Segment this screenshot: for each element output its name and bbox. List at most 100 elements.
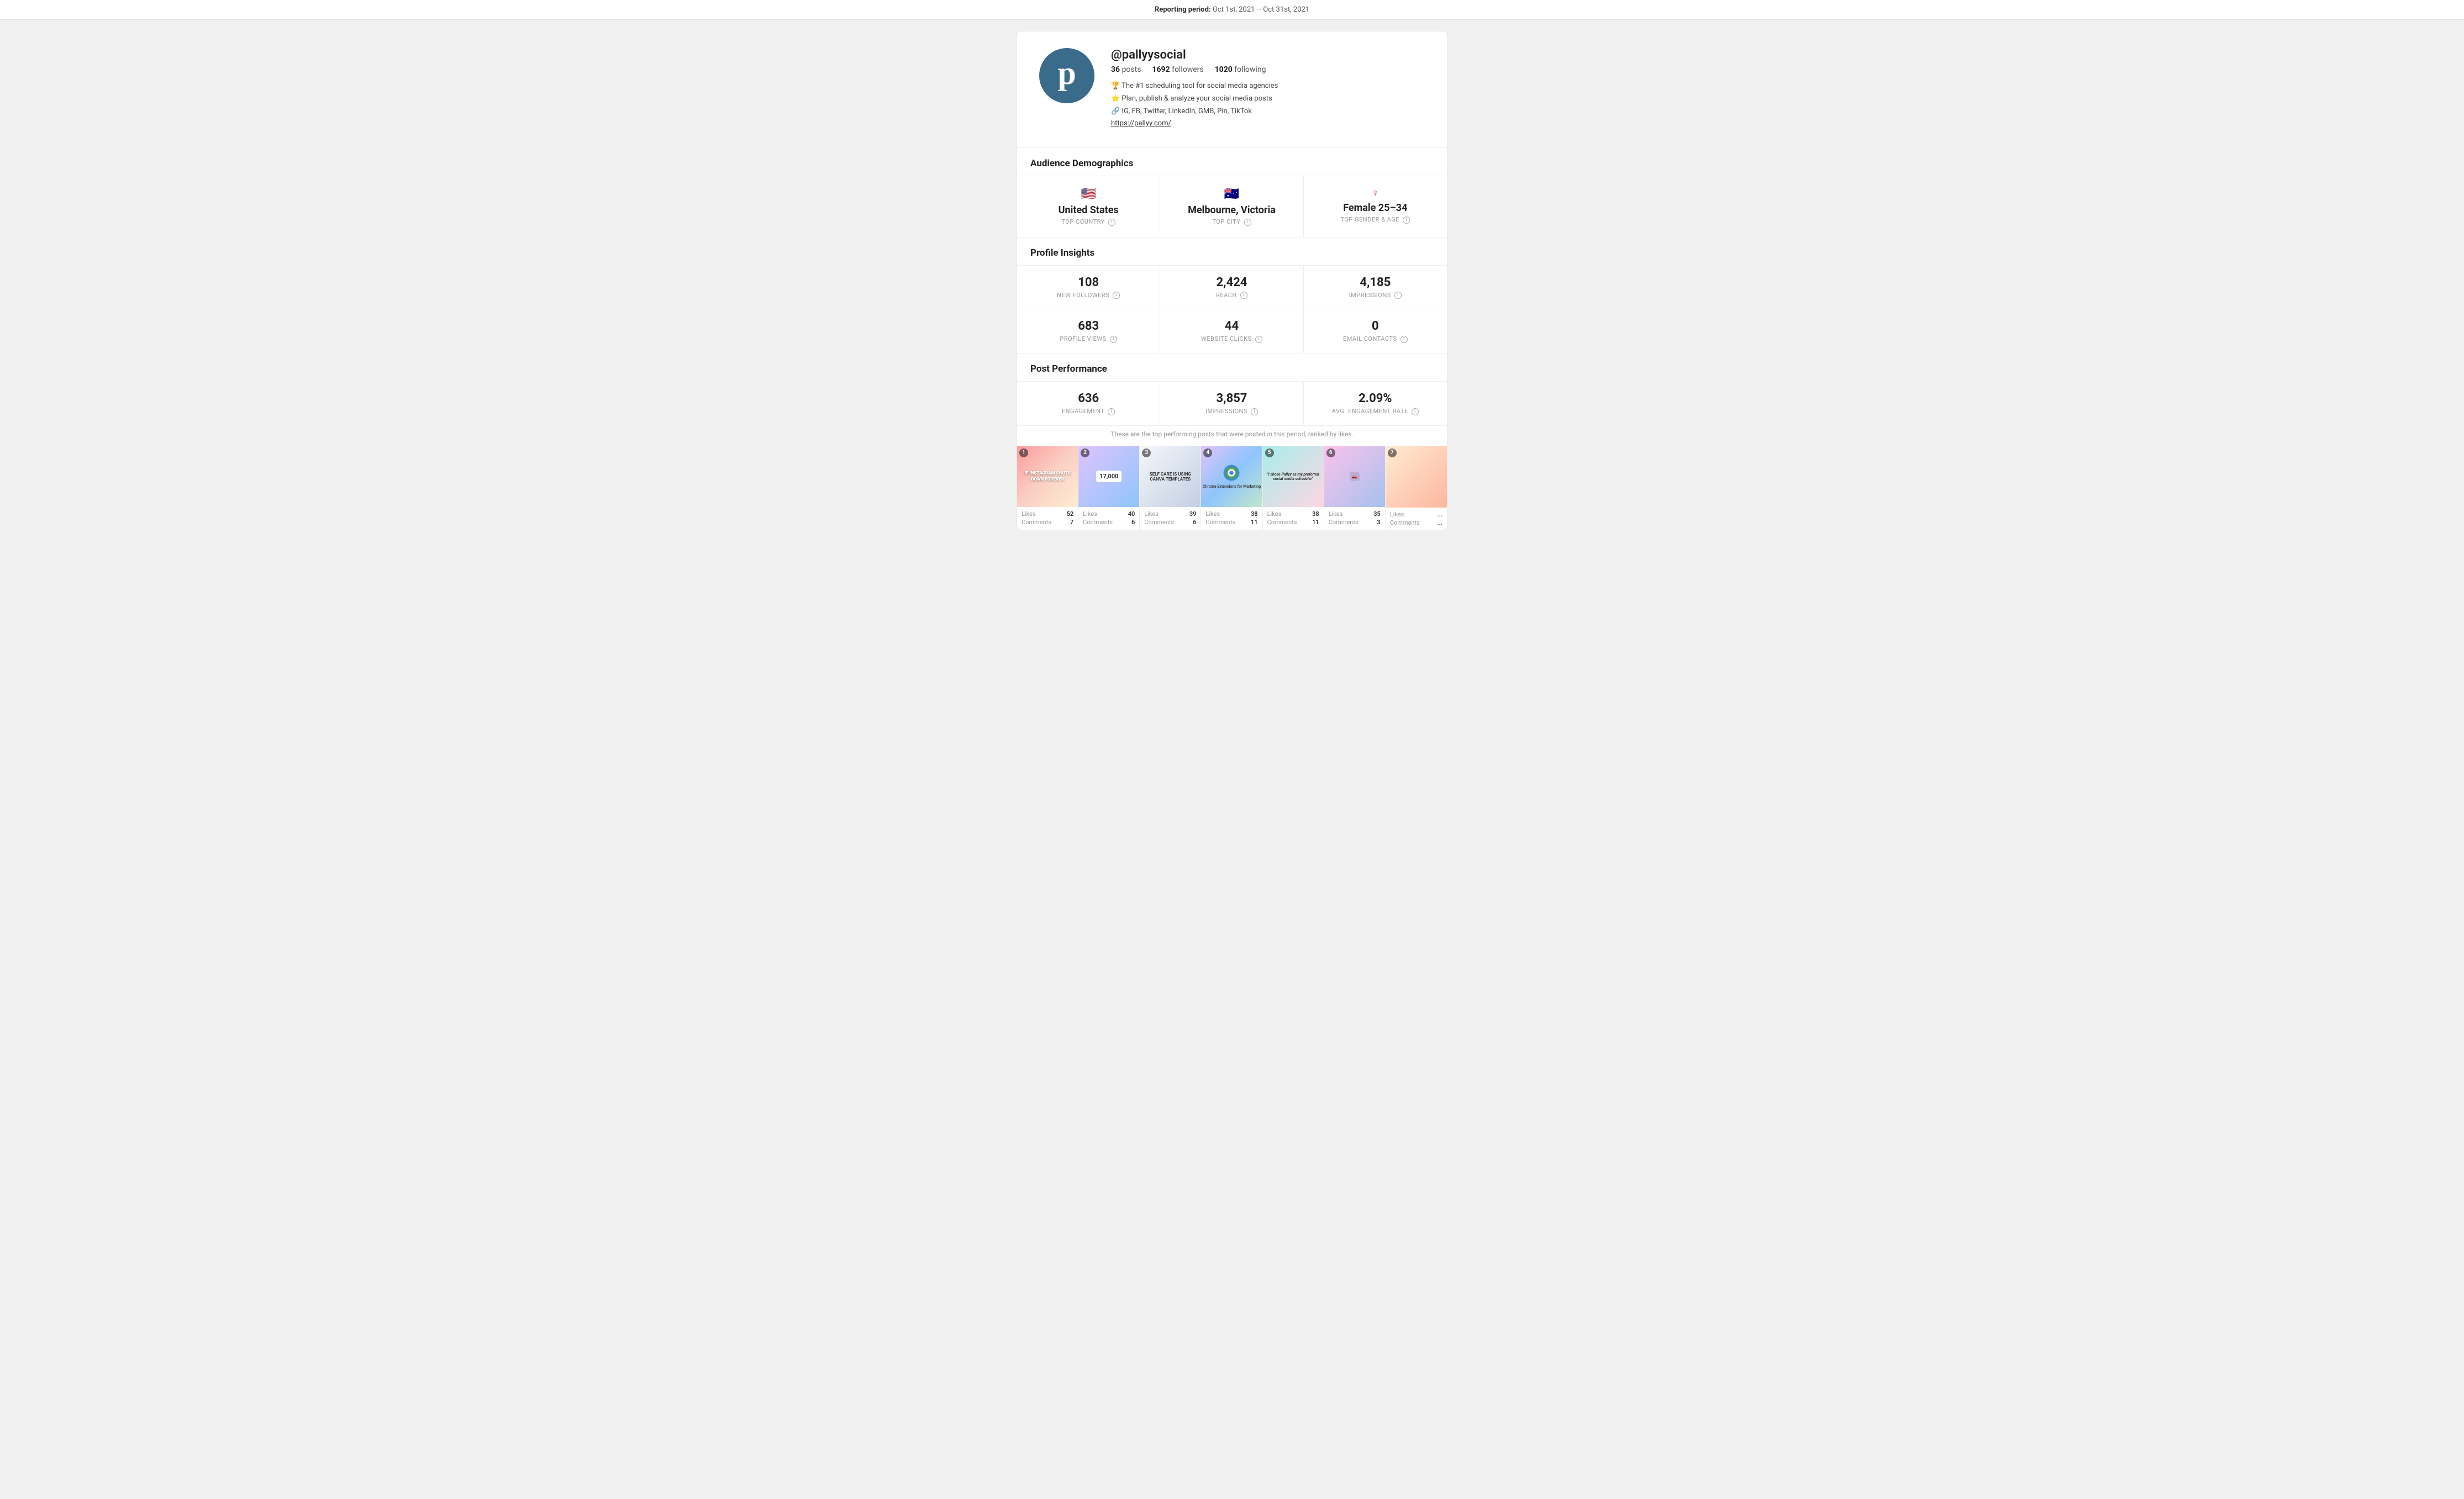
comments-label: Comments: [1205, 519, 1235, 526]
metric-label: IMPRESSIONS i: [1169, 408, 1294, 415]
metric-info-icon[interactable]: i: [1240, 292, 1247, 299]
comments-value: 6: [1193, 519, 1196, 526]
gender-label: TOP GENDER & AGE i: [1313, 216, 1438, 224]
metric-value: 0: [1313, 319, 1438, 333]
likes-value: 52: [1067, 510, 1074, 518]
post-thumbnail: 2 17,000: [1078, 446, 1139, 507]
post-stats: Likes 40 Comments 6: [1078, 507, 1139, 529]
post-stats: Likes 35 Comments 3: [1324, 507, 1385, 529]
likes-value: 38: [1251, 510, 1258, 518]
post-performance-metric-cell: 3,857 IMPRESSIONS i: [1160, 382, 1303, 425]
likes-label: Likes: [1390, 511, 1404, 518]
metric-info-icon[interactable]: i: [1110, 336, 1117, 343]
post-item[interactable]: 1 IF INSTAGRAM SHUTS DOWN FOREVER Likes …: [1017, 446, 1078, 530]
post-rank: 5: [1265, 448, 1274, 457]
post-rank: 7: [1388, 448, 1397, 457]
metric-info-icon[interactable]: i: [1251, 408, 1258, 415]
profile-insights-header: Profile Insights: [1017, 237, 1447, 265]
metric-label: REACH i: [1169, 292, 1294, 299]
metric-value: 683: [1026, 319, 1151, 333]
metric-label: ENGAGEMENT i: [1026, 408, 1151, 415]
metric-cell: 683 PROFILE VIEWS i: [1017, 309, 1160, 353]
post-performance-grid: 636 ENGAGEMENT i 3,857 IMPRESSIONS i 2.0…: [1017, 381, 1447, 425]
post-comments-row: Comments 6: [1083, 519, 1135, 526]
reporting-period: Oct 1st, 2021 – Oct 31st, 2021: [1213, 6, 1309, 14]
post-likes-row: Likes 35: [1329, 510, 1381, 518]
top-bar: Reporting period: Oct 1st, 2021 – Oct 31…: [0, 0, 2464, 20]
bio-line-1: 🏆 The #1 scheduling tool for social medi…: [1111, 81, 1278, 92]
post-thumbnail: 5 "I chose Pallyy as my preferred social…: [1263, 446, 1324, 507]
metric-info-icon[interactable]: i: [1108, 408, 1115, 415]
post-item[interactable]: 3 SELF CARE IS USING CANVA TEMPLATES Lik…: [1140, 446, 1201, 530]
demographics-grid: 🇺🇸 United States TOP COUNTRY i 🇦🇺 Melbou…: [1017, 176, 1447, 237]
gender-info-icon[interactable]: i: [1403, 217, 1410, 224]
post-comments-row: Comments 6: [1144, 519, 1196, 526]
metric-label: IMPRESSIONS i: [1313, 292, 1438, 299]
post-likes-row: Likes 40: [1083, 510, 1135, 518]
post-comments-row: Comments 11: [1205, 519, 1257, 526]
comments-label: Comments: [1022, 519, 1051, 526]
post-item[interactable]: 6 🚗 Likes 35 Comments 3: [1324, 446, 1386, 530]
post-item[interactable]: 2 17,000 Likes 40 Comments 6: [1078, 446, 1140, 530]
comments-value: 3: [1377, 519, 1381, 526]
post-performance-metric-cell: 2.09% AVG. ENGAGEMENT RATE i: [1304, 382, 1447, 425]
country-info-icon[interactable]: i: [1108, 219, 1115, 226]
reporting-label: Reporting period:: [1155, 6, 1211, 14]
post-thumbnail: 7 ...: [1386, 446, 1447, 508]
gender-icon: ♀: [1313, 187, 1438, 199]
post-item[interactable]: 4: [1201, 446, 1262, 530]
post-stats: Likes 52 Comments 7: [1017, 507, 1078, 529]
metric-value: 44: [1169, 319, 1294, 333]
metric-value: 2.09%: [1313, 392, 1438, 405]
metric-label: AVG. ENGAGEMENT RATE i: [1313, 408, 1438, 415]
post-likes-row: Likes 38: [1267, 510, 1319, 518]
metric-info-icon[interactable]: i: [1113, 292, 1120, 299]
city-info-icon[interactable]: i: [1244, 219, 1251, 226]
post-item[interactable]: 7 ... Likes ... Comments ...: [1386, 446, 1447, 530]
post-comments-row: Comments 3: [1329, 519, 1381, 526]
metric-value: 2,424: [1169, 276, 1294, 289]
comments-label: Comments: [1083, 519, 1113, 526]
comments-label: Comments: [1329, 519, 1359, 526]
post-subtitle: These are the top performing posts that …: [1017, 425, 1447, 446]
metric-info-icon[interactable]: i: [1255, 336, 1262, 343]
posts-scroll: 1 IF INSTAGRAM SHUTS DOWN FOREVER Likes …: [1017, 446, 1447, 530]
metric-label: EMAIL CONTACTS i: [1313, 335, 1438, 343]
likes-value: ...: [1438, 511, 1442, 518]
post-stats: Likes 38 Comments 11: [1201, 507, 1262, 529]
metric-label: PROFILE VIEWS i: [1026, 335, 1151, 343]
metric-cell: 0 EMAIL CONTACTS i: [1304, 309, 1447, 353]
bio-url[interactable]: https://pallyy.com/: [1111, 118, 1278, 130]
likes-value: 40: [1128, 510, 1135, 518]
post-comments-row: Comments 7: [1022, 519, 1073, 526]
likes-value: 39: [1189, 510, 1197, 518]
post-likes-row: Likes 52: [1022, 510, 1073, 518]
post-rank: 4: [1203, 448, 1212, 457]
country-flag: 🇺🇸: [1026, 187, 1151, 201]
post-likes-row: Likes 39: [1144, 510, 1196, 518]
profile-avatar: p: [1039, 48, 1094, 103]
metric-cell: 4,185 IMPRESSIONS i: [1304, 266, 1447, 310]
metric-label: NEW FOLLOWERS i: [1026, 292, 1151, 299]
followers-stat: 1692 followers: [1152, 65, 1203, 74]
country-label: TOP COUNTRY i: [1026, 218, 1151, 226]
profile-insights-grid: 108 NEW FOLLOWERS i 2,424 REACH i 4,185 …: [1017, 265, 1447, 353]
post-stats: Likes ... Comments ...: [1386, 508, 1447, 530]
city-flag: 🇦🇺: [1169, 187, 1294, 201]
post-likes-row: Likes 38: [1205, 510, 1257, 518]
likes-label: Likes: [1267, 510, 1282, 518]
top-gender-age-cell: ♀ Female 25–34 TOP GENDER & AGE i: [1304, 176, 1447, 237]
post-item[interactable]: 5 "I chose Pallyy as my preferred social…: [1263, 446, 1324, 530]
metric-label: WEBSITE CLICKS i: [1169, 335, 1294, 343]
city-value: Melbourne, Victoria: [1169, 204, 1294, 216]
metric-info-icon[interactable]: i: [1394, 292, 1402, 299]
metric-value: 3,857: [1169, 392, 1294, 405]
likes-label: Likes: [1329, 510, 1343, 518]
svg-text:p: p: [1057, 55, 1076, 91]
metric-info-icon[interactable]: i: [1412, 408, 1419, 415]
metric-info-icon[interactable]: i: [1401, 336, 1408, 343]
post-thumbnail: 1 IF INSTAGRAM SHUTS DOWN FOREVER: [1017, 446, 1078, 507]
comments-label: Comments: [1144, 519, 1174, 526]
profile-section: p @pallyysocial 36 posts 1692 followers …: [1017, 31, 1447, 147]
likes-label: Likes: [1205, 510, 1220, 518]
